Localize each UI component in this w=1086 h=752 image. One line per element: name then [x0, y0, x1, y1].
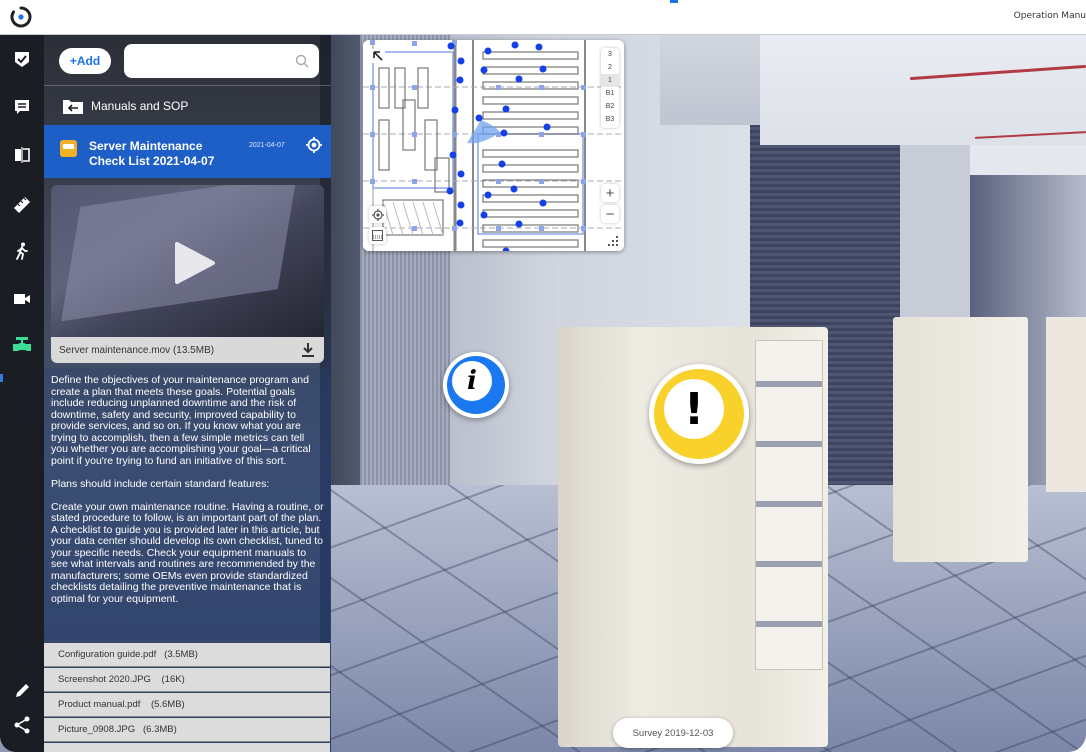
zoom-in-button[interactable]: +	[601, 184, 619, 202]
chat-icon	[15, 100, 29, 114]
floor-2[interactable]: 2	[601, 61, 619, 74]
document-date: 2021-04-07	[249, 142, 285, 149]
description-paragraph: Plans should include certain standard fe…	[51, 477, 270, 490]
rail-item-comments[interactable]	[12, 97, 32, 117]
play-icon[interactable]	[171, 240, 216, 286]
rail-item-video[interactable]	[12, 289, 32, 309]
divider	[44, 85, 331, 86]
floor-plan-minimap[interactable]: 3 2 1 B1 B2 B3 + −	[363, 40, 624, 251]
rail-item-measure[interactable]	[12, 195, 32, 215]
expand-arrow-icon[interactable]	[371, 49, 385, 63]
locate-target-icon[interactable]	[306, 137, 322, 153]
zoom-out-button[interactable]: −	[601, 205, 619, 223]
floor-selector[interactable]: 3 2 1 B1 B2 B3	[601, 48, 619, 128]
file-item[interactable]: Screenshot 2020.JPG (16K)	[44, 668, 330, 692]
video-attachment[interactable]: Server maintenance.mov (13.5MB)	[51, 185, 324, 363]
selected-document[interactable]: Server Maintenance Check List 2021-04-07…	[44, 125, 331, 178]
file-item[interactable]: Product manual.pdf (5.6MB)	[44, 693, 330, 717]
rail-item-share[interactable]	[12, 715, 32, 735]
resize-grip-icon[interactable]	[607, 235, 619, 247]
rail-item-tasks[interactable]	[12, 49, 32, 69]
file-item[interactable]: Picture_0908.JPG (6.3MB)	[44, 718, 330, 742]
file-label: Configuration guide.pdf (3.5MB)	[58, 649, 198, 660]
description-paragraph: Define the objectives of your maintenanc…	[51, 374, 311, 467]
folder-name: Manuals and SOP	[91, 99, 189, 113]
layers-icon	[372, 230, 383, 241]
pipe-valve-icon	[13, 337, 31, 351]
shield-check-icon	[15, 52, 29, 67]
floor-1[interactable]: 1	[601, 74, 619, 87]
warning-icon: !	[664, 379, 724, 439]
floor-3[interactable]: 3	[601, 48, 619, 61]
logo-icon[interactable]	[10, 6, 32, 28]
search-box	[124, 44, 319, 78]
cabinet-right-2	[1046, 317, 1086, 492]
video-camera-icon	[14, 294, 30, 304]
survey-date-button[interactable]: Survey 2019-12-03	[613, 718, 733, 748]
app-root: Operation Manu 3 2 1 B1 B2 B3 + − i ! Su…	[0, 0, 1086, 752]
add-button[interactable]: +Add	[59, 48, 111, 74]
split-view-icon	[15, 147, 30, 163]
search-icon[interactable]	[295, 54, 309, 68]
crosshair-icon	[371, 208, 384, 221]
cabinet-right-1	[893, 317, 1028, 562]
rail-scroll-marker	[0, 374, 3, 382]
locate-me-button[interactable]	[369, 206, 386, 223]
info-icon: i	[452, 361, 492, 401]
rail-item-edit[interactable]	[12, 681, 32, 701]
video-filename: Server maintenance.mov (13.5MB)	[59, 344, 215, 356]
ruler-icon	[14, 197, 30, 213]
download-icon[interactable]	[302, 343, 314, 357]
walking-person-icon	[16, 242, 28, 260]
tab-indicator	[670, 0, 678, 3]
description-paragraph: Create your own maintenance routine. Hav…	[51, 500, 324, 605]
back-to-folder[interactable]: Manuals and SOP	[44, 89, 331, 123]
file-item-partial[interactable]	[44, 743, 330, 752]
document-title: Server Maintenance Check List 2021-04-07	[89, 139, 215, 168]
folder-back-icon	[63, 100, 83, 114]
file-item[interactable]: Configuration guide.pdf (3.5MB)	[44, 643, 330, 667]
floor-plan-drawing	[363, 40, 624, 251]
map-layer-button[interactable]	[369, 227, 386, 244]
file-label: Picture_0908.JPG (6.3MB)	[58, 724, 177, 735]
file-label: Screenshot 2020.JPG (16K)	[58, 674, 185, 685]
pencil-icon	[16, 684, 29, 697]
file-label: Product manual.pdf (5.6MB)	[58, 699, 185, 710]
top-bar: Operation Manu	[0, 0, 1086, 35]
document-description: Define the objectives of your maintenanc…	[44, 368, 331, 640]
search-input[interactable]	[132, 44, 292, 78]
share-icon	[14, 716, 30, 734]
document-icon	[60, 140, 77, 157]
breaker-panel	[755, 340, 823, 670]
document-panel: +Add Manuals and SOP Server Maintenance …	[44, 35, 331, 752]
rail-item-walk[interactable]	[12, 241, 32, 261]
warning-hotspot[interactable]: !	[649, 364, 749, 464]
floor-b3[interactable]: B3	[601, 113, 619, 126]
rail-item-compare[interactable]	[12, 145, 32, 165]
rail-item-valve[interactable]	[12, 335, 32, 355]
floor-b2[interactable]: B2	[601, 100, 619, 113]
video-footer: Server maintenance.mov (13.5MB)	[51, 337, 324, 363]
ceiling	[760, 35, 1086, 145]
floor-b1[interactable]: B1	[601, 87, 619, 100]
tool-rail	[0, 35, 44, 752]
page-title: Operation Manu	[1013, 11, 1086, 21]
info-hotspot[interactable]: i	[443, 352, 509, 418]
